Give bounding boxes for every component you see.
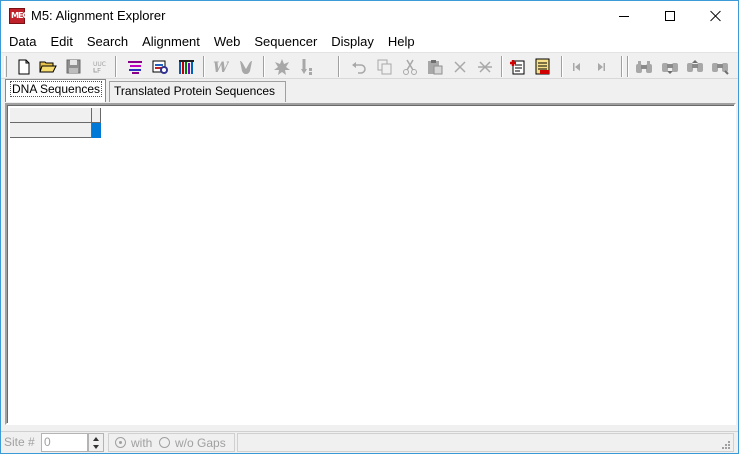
- paste-icon[interactable]: [424, 56, 445, 77]
- find-icon[interactable]: [633, 56, 654, 77]
- undo-icon[interactable]: [348, 56, 369, 77]
- toolbar-separator: [115, 56, 117, 77]
- codon-align-icon[interactable]: [176, 56, 197, 77]
- translate-icon[interactable]: UUC F: [89, 56, 110, 77]
- status-bar: Site # 0 with w/o Gaps: [1, 431, 738, 453]
- menu-edit[interactable]: Edit: [43, 31, 79, 52]
- mega-app-icon[interactable]: MEGA: [9, 8, 34, 24]
- toolbar-separator: [501, 56, 503, 77]
- app-icon-text: MEGA: [11, 11, 34, 20]
- copy-icon[interactable]: [374, 56, 395, 77]
- previous-site-icon[interactable]: [566, 56, 587, 77]
- find-next-icon[interactable]: [659, 56, 680, 77]
- align-by-muscle-icon[interactable]: [150, 56, 171, 77]
- close-button[interactable]: [693, 1, 739, 31]
- menu-alignment[interactable]: Alignment: [135, 31, 207, 52]
- tab-dna-sequences-label: DNA Sequences: [10, 81, 103, 97]
- gap-option-panel: with w/o Gaps: [108, 433, 235, 452]
- mark-site-icon[interactable]: [271, 56, 292, 77]
- grid-corner-cell: [10, 108, 92, 123]
- toolbar-separator: [627, 56, 629, 77]
- minimize-button[interactable]: [601, 1, 647, 31]
- without-gaps-label: w/o Gaps: [175, 436, 226, 450]
- find-previous-icon[interactable]: [684, 56, 705, 77]
- size-grip-icon[interactable]: [720, 439, 730, 449]
- next-site-icon[interactable]: [590, 56, 611, 77]
- svg-text:F: F: [97, 67, 101, 75]
- menu-display[interactable]: Display: [324, 31, 381, 52]
- insert-gap-icon[interactable]: [296, 56, 317, 77]
- grid-selected-cell[interactable]: [92, 123, 101, 138]
- menu-sequencer[interactable]: Sequencer: [247, 31, 324, 52]
- maximize-icon: [665, 11, 675, 21]
- svg-text:W: W: [213, 60, 229, 74]
- menu-search[interactable]: Search: [80, 31, 135, 52]
- status-message-panel: [237, 433, 734, 452]
- save-icon[interactable]: [63, 56, 84, 77]
- tab-translated-protein-label: Translated Protein Sequences: [114, 84, 275, 98]
- tab-dna-sequences[interactable]: DNA Sequences: [5, 79, 106, 102]
- edit-sequence-icon[interactable]: [532, 56, 553, 77]
- toolbar-separator: [621, 56, 623, 77]
- with-gaps-label: with: [131, 436, 153, 450]
- align-by-clustalw-icon[interactable]: [124, 56, 145, 77]
- spin-down-icon[interactable]: [93, 445, 99, 449]
- window-title: M5: Alignment Explorer: [31, 8, 166, 23]
- spin-up-icon[interactable]: [93, 437, 99, 441]
- toolbar-separator: [338, 56, 340, 77]
- alignment-grid[interactable]: [5, 103, 736, 425]
- menu-data[interactable]: Data: [2, 31, 43, 52]
- minimize-icon: [619, 15, 629, 17]
- alignment-explorer-window: MEGA M5: Alignment Explorer Data Edit Se…: [0, 0, 739, 454]
- site-number-label: Site #: [4, 435, 35, 449]
- maximize-button[interactable]: [647, 1, 693, 31]
- with-gaps-radio[interactable]: [115, 437, 126, 448]
- title-bar: MEGA M5: Alignment Explorer: [1, 1, 738, 31]
- toolbar: UUC F W: [1, 52, 738, 79]
- toolbar-grip[interactable]: [4, 56, 7, 77]
- menu-web[interactable]: Web: [207, 31, 248, 52]
- menu-bar: Data Edit Search Alignment Web Sequencer…: [1, 31, 738, 52]
- open-folder-icon[interactable]: [37, 56, 58, 77]
- delete-icon[interactable]: [449, 56, 470, 77]
- w-clustal-icon[interactable]: W: [210, 56, 231, 77]
- grid-header-cell[interactable]: [92, 108, 101, 123]
- without-gaps-radio[interactable]: [159, 437, 170, 448]
- menu-help[interactable]: Help: [381, 31, 422, 52]
- delete-gap-icon[interactable]: [474, 56, 495, 77]
- site-number-input[interactable]: 0: [41, 433, 88, 452]
- add-sequence-icon[interactable]: [507, 56, 528, 77]
- toolbar-separator: [203, 56, 205, 77]
- tab-translated-protein-sequences[interactable]: Translated Protein Sequences: [109, 81, 286, 102]
- find-marked-icon[interactable]: [709, 56, 730, 77]
- muscle-icon[interactable]: [236, 56, 257, 77]
- close-icon: [710, 10, 722, 22]
- cut-icon[interactable]: [399, 56, 420, 77]
- site-number-spinner[interactable]: [88, 433, 104, 452]
- toolbar-separator: [263, 56, 265, 77]
- grid-row-header-cell[interactable]: [10, 123, 92, 138]
- toolbar-separator: [561, 56, 563, 77]
- new-file-icon[interactable]: [13, 56, 34, 77]
